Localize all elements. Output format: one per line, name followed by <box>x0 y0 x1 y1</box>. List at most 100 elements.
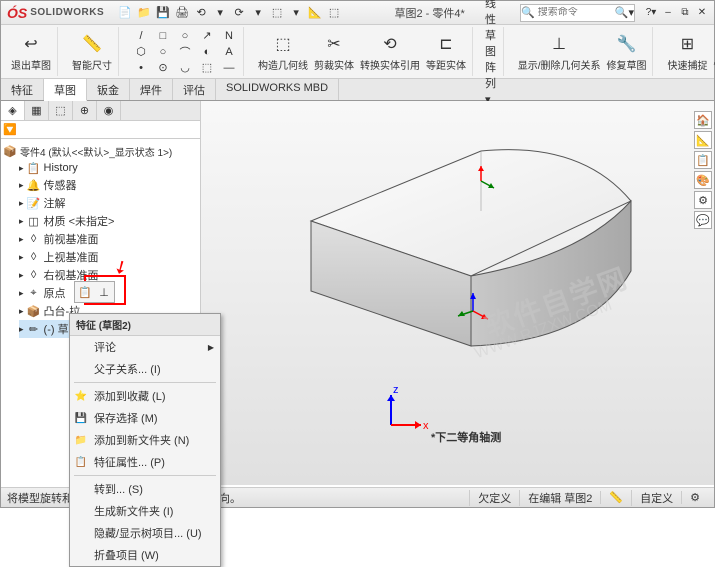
tree-item[interactable]: ▸📝注解 <box>19 194 198 212</box>
smart-dimension-button[interactable]: 📏 智能尺寸 <box>70 30 114 74</box>
minimize-icon[interactable]: – <box>660 6 676 20</box>
point-icon[interactable]: • <box>131 60 151 76</box>
tree-item[interactable]: ▸◫材质 <未指定> <box>19 212 198 230</box>
tree-item-icon: 📋 <box>27 161 41 175</box>
ptab-display-icon[interactable]: ◉ <box>97 101 121 120</box>
ptab-config-icon[interactable]: ⬚ <box>49 101 73 120</box>
convert-button[interactable]: ⟲转换实体引用 <box>358 30 422 74</box>
qat-redo-drop-icon[interactable]: ▾ <box>249 4 267 22</box>
tree-item-icon: ✏ <box>27 322 41 336</box>
tree-item[interactable]: ▸📋History <box>19 160 198 176</box>
close-icon[interactable]: ✕ <box>694 6 710 20</box>
search-glass-icon[interactable]: 🔍▾ <box>615 6 634 19</box>
ctx-item-label: 添加到收藏 (L) <box>94 388 166 404</box>
context-menu-item[interactable]: 隐藏/显示树项目... (U) <box>70 522 220 544</box>
tab-sketch[interactable]: 草图 <box>44 79 87 101</box>
trim-button[interactable]: ✂剪裁实体 <box>312 30 356 74</box>
status-unit-icon[interactable]: 📏 <box>600 491 631 504</box>
qat-print-icon[interactable]: 🖨 <box>173 4 191 22</box>
exit-sketch-button[interactable]: ↩ 退出草图 <box>9 30 53 74</box>
context-menu-item[interactable]: 📁添加到新文件夹 (N) <box>70 429 220 451</box>
restore-icon[interactable]: ⧉ <box>677 6 693 20</box>
qat-redo-icon[interactable]: ⟳ <box>230 4 248 22</box>
tree-root[interactable]: 📦 零件4 (默认<<默认>_显示状态 1>) <box>3 143 198 160</box>
context-menu-item[interactable]: 生成新文件夹 (I) <box>70 500 220 522</box>
rapid-sketch-button[interactable]: ✎快速草图 <box>711 30 715 74</box>
quick-access-toolbar: 📄 📁 💾 🖨 ⟲ ▾ ⟳ ▾ ⬚ ▾ 📐 ⬚ <box>116 4 343 22</box>
polygon-icon[interactable]: ⬡ <box>131 44 151 60</box>
quick-snap-button[interactable]: ⊞快速捕捉 <box>665 30 709 74</box>
taskpane-custom-icon[interactable]: ⚙ <box>694 191 712 209</box>
tab-evaluate[interactable]: 评估 <box>173 79 216 100</box>
status-gear-icon[interactable]: ⚙ <box>681 491 708 504</box>
rect-icon[interactable]: □ <box>153 28 173 44</box>
context-menu-item[interactable]: 折叠项目 (W) <box>70 544 220 566</box>
spline-icon[interactable]: N <box>219 28 239 44</box>
submenu-arrow-icon: ▶ <box>208 343 214 352</box>
text-icon[interactable]: A <box>219 44 239 60</box>
taskpane-home-icon[interactable]: 🏠 <box>694 111 712 129</box>
partial-ellipse-icon[interactable]: ◡ <box>175 60 195 76</box>
context-menu-item[interactable]: 评论▶ <box>70 336 220 358</box>
tree-item-icon: ◊ <box>27 250 41 264</box>
qat-rebuild-icon[interactable]: 📐 <box>306 4 324 22</box>
feature-tree: 📦 零件4 (默认<<默认>_显示状态 1>) ▸📋History▸🔔传感器▸📝… <box>1 139 200 342</box>
centerline-icon[interactable]: ⊙ <box>153 60 173 76</box>
arc-icon[interactable]: ↗ <box>197 28 217 44</box>
context-menu-item[interactable]: 💾保存选择 (M) <box>70 407 220 429</box>
search-input[interactable] <box>535 7 615 18</box>
slot-icon[interactable]: ⌒ <box>175 44 195 60</box>
taskpane-props-icon[interactable]: 📋 <box>694 151 712 169</box>
ptab-property-icon[interactable]: ▦ <box>25 101 49 120</box>
taskpane-forum-icon[interactable]: 💬 <box>694 211 712 229</box>
ctx-item-label: 添加到新文件夹 (N) <box>94 432 189 448</box>
tree-item-icon: ◊ <box>27 268 41 282</box>
context-menu-item[interactable]: 📋特征属性... (P) <box>70 451 220 473</box>
tab-weldments[interactable]: 焊件 <box>130 79 173 100</box>
help-icon[interactable]: ?▾ <box>643 6 659 20</box>
tab-mbd[interactable]: SOLIDWORKS MBD <box>216 79 339 100</box>
tab-sheetmetal[interactable]: 钣金 <box>87 79 130 100</box>
qat-save-icon[interactable]: 💾 <box>154 4 172 22</box>
qat-new-icon[interactable]: 📄 <box>116 4 134 22</box>
qat-select-icon[interactable]: ⬚ <box>268 4 286 22</box>
construct-icon: ⬚ <box>271 32 295 56</box>
construction-geom-button[interactable]: ⬚构造几何线 <box>256 30 310 74</box>
search-icon: 🔍 <box>521 6 535 19</box>
status-custom[interactable]: 自定义 <box>631 490 681 506</box>
segment-icon[interactable]: — <box>219 60 239 76</box>
qat-select-drop-icon[interactable]: ▾ <box>287 4 305 22</box>
tree-item[interactable]: ▸◊上视基准面 <box>19 248 198 266</box>
taskpane-appear-icon[interactable]: 🎨 <box>694 171 712 189</box>
plane-icon[interactable]: ⬚ <box>197 60 217 76</box>
qat-open-icon[interactable]: 📁 <box>135 4 153 22</box>
exit-sketch-icon: ↩ <box>19 32 43 56</box>
tab-features[interactable]: 特征 <box>1 79 44 100</box>
context-menu-item[interactable]: ⭐ 添加到收藏 (L) <box>70 385 220 407</box>
ctx-item-label: 隐藏/显示树项目... (U) <box>94 525 202 541</box>
qat-undo-drop-icon[interactable]: ▾ <box>211 4 229 22</box>
tree-item[interactable]: ▸🔔传感器 <box>19 176 198 194</box>
circle-icon[interactable]: ○ <box>175 28 195 44</box>
line-icon[interactable]: / <box>131 28 151 44</box>
ellipse-icon[interactable]: ○ <box>153 44 173 60</box>
graphics-viewport[interactable]: 软件自学网 WWW.RJZXW.COM zx *下二等角轴测 🏠 📐 📋 🎨 ⚙… <box>201 101 714 485</box>
mini-normal-icon[interactable]: ⊥ <box>95 283 113 301</box>
context-menu-item[interactable]: 转到... (S) <box>70 478 220 500</box>
mini-edit-icon[interactable]: 📋 <box>76 283 94 301</box>
qat-options-icon[interactable]: ⬚ <box>325 4 343 22</box>
ctx-item-icon: ⭐ <box>74 389 88 403</box>
ptab-dimxpert-icon[interactable]: ⊕ <box>73 101 97 120</box>
offset-button[interactable]: ⊏等距实体 <box>424 30 468 74</box>
convert-icon: ⟲ <box>378 32 402 56</box>
taskpane-design-icon[interactable]: 📐 <box>694 131 712 149</box>
ptab-featuretree-icon[interactable]: ◈ <box>1 101 25 120</box>
tree-item[interactable]: ▸◊前视基准面 <box>19 230 198 248</box>
qat-undo-icon[interactable]: ⟲ <box>192 4 210 22</box>
context-menu-item[interactable]: 父子关系... (I) <box>70 358 220 380</box>
fillet-icon[interactable]: ◐ <box>197 44 217 60</box>
display-relations-button[interactable]: ⊥显示/删除几何关系 <box>516 30 603 74</box>
repair-sketch-button[interactable]: 🔧修复草图 <box>604 30 648 74</box>
filter-icon[interactable]: 🔽 <box>3 124 17 136</box>
context-menu: 特征 (草图2) 评论▶父子关系... (I)⭐添加到收藏 (L)💾保存选择 (… <box>69 313 221 567</box>
